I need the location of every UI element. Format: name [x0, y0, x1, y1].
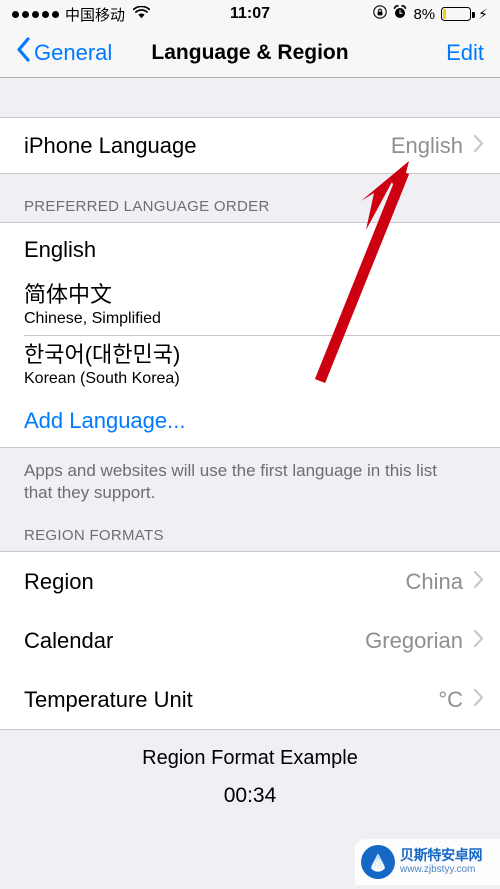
watermark-site-name: 贝斯特安卓网 [400, 847, 483, 864]
status-time: 11:07 [229, 5, 271, 22]
preferred-language-order-footer: Apps and websites will use the first lan… [0, 447, 500, 520]
site-watermark: 贝斯特安卓网 www.zjbstyy.com [355, 835, 500, 889]
region-formats-group: Region China Calendar Gregorian Temperat… [0, 551, 500, 731]
region-formats-header: REGION FORMATS [0, 519, 500, 552]
battery-icon [441, 7, 475, 21]
temperature-unit-value: °C [438, 686, 463, 712]
battery-percent-label: 8% [413, 5, 436, 23]
alarm-clock-icon [393, 5, 407, 23]
preferred-language-order-group: English 简体中文 Chinese, Simplified 한국어(대한민… [0, 222, 500, 448]
back-button-general[interactable]: General [16, 37, 112, 68]
region-format-example-title: Region Format Example [142, 747, 358, 770]
row-iphone-language[interactable]: iPhone Language English [0, 118, 500, 173]
chevron-right-icon [473, 134, 484, 158]
row-region[interactable]: Region China [0, 552, 500, 612]
region-format-example-value: 00:34 [223, 784, 277, 808]
region-value: China [405, 568, 463, 594]
list-item-language-chinese[interactable]: 简体中文 Chinese, Simplified [0, 276, 500, 336]
region-format-example: Region Format Example 00:34 [0, 730, 500, 809]
preferred-language-order-header: PREFERRED LANGUAGE ORDER [0, 174, 500, 222]
iphone-settings-screen: 中国移动 11:07 8% ⚡ General Language & Regio… [0, 0, 500, 889]
chevron-left-icon [16, 37, 31, 68]
calendar-label: Calendar [24, 627, 114, 653]
calendar-value: Gregorian [365, 627, 463, 653]
list-item-language-english[interactable]: English [0, 223, 500, 276]
status-bar-right: 8% ⚡ [373, 5, 488, 23]
language-native-name: English [24, 236, 97, 262]
lightning-bolt-icon: ⚡ [478, 5, 488, 22]
row-calendar[interactable]: Calendar Gregorian [0, 611, 500, 671]
chevron-right-icon [473, 570, 484, 594]
status-bar: 中国移动 11:07 8% ⚡ [0, 0, 500, 28]
watermark-shell-logo-icon [361, 845, 395, 879]
list-item-language-korean[interactable]: 한국어(대한민국) Korean (South Korea) [0, 335, 500, 396]
chevron-right-icon [473, 629, 484, 653]
language-english-name: Chinese, Simplified [24, 309, 161, 327]
add-language-button[interactable]: Add Language... [0, 395, 500, 447]
language-native-name: 한국어(대한민국) [24, 341, 181, 367]
row-temperature-unit[interactable]: Temperature Unit °C [0, 670, 500, 730]
edit-button[interactable]: Edit [446, 40, 484, 66]
back-button-label: General [34, 39, 113, 65]
iphone-language-value: English [390, 132, 463, 158]
status-bar-left: 中国移动 [12, 4, 151, 25]
add-language-label: Add Language... [24, 408, 186, 433]
iphone-language-label: iPhone Language [24, 132, 197, 158]
carrier-name: 中国移动 [65, 6, 126, 24]
chevron-right-icon [473, 688, 484, 712]
watermark-url: www.zjbstyy.com [400, 864, 476, 876]
region-label: Region [24, 568, 94, 594]
navigation-bar: General Language & Region Edit [0, 28, 500, 78]
wifi-icon [132, 5, 151, 23]
language-native-name: 简体中文 [24, 282, 113, 307]
temperature-unit-label: Temperature Unit [24, 686, 193, 712]
language-english-name: Korean (South Korea) [24, 369, 180, 387]
signal-strength-dots-icon [12, 10, 59, 18]
rotation-lock-icon [373, 5, 388, 23]
spacer-top [0, 78, 500, 117]
iphone-language-group: iPhone Language English [0, 117, 500, 174]
